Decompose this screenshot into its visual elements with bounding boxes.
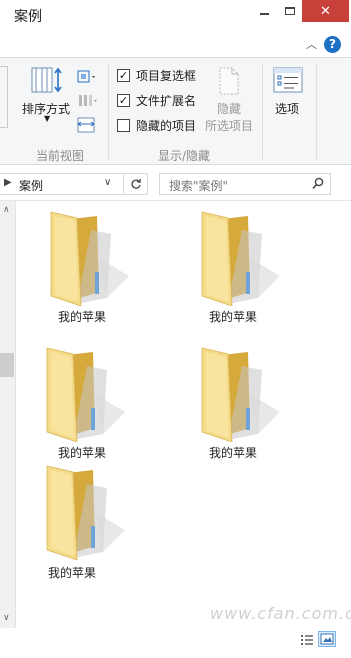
search-icon[interactable] bbox=[312, 177, 324, 191]
title-bar: 案例 ✕ bbox=[0, 0, 351, 32]
add-columns-icon bbox=[79, 95, 97, 106]
folder-icon bbox=[201, 347, 280, 442]
current-view-group-label: 当前视图 bbox=[36, 149, 85, 163]
maximize-button[interactable] bbox=[280, 0, 300, 22]
show-hide-group-label: 显示/隐藏 bbox=[158, 149, 211, 163]
options-label: 选项 bbox=[275, 102, 300, 116]
search-input[interactable]: 搜索"案例" bbox=[169, 177, 228, 194]
refresh-icon bbox=[131, 178, 141, 189]
hide-selected-label-1[interactable]: 隐藏 bbox=[217, 100, 241, 117]
minimize-icon bbox=[259, 13, 269, 15]
file-name: 我的苹果 bbox=[208, 446, 257, 460]
close-button[interactable]: ✕ bbox=[302, 0, 349, 22]
help-button[interactable]: ? bbox=[324, 36, 341, 53]
hide-selected-items-icon bbox=[219, 67, 239, 95]
item-checkboxes-checkbox[interactable]: ✓ bbox=[117, 69, 130, 82]
group-by-icon[interactable] bbox=[76, 68, 98, 86]
address-dropdown-chevron-icon[interactable]: ∨ bbox=[104, 177, 111, 188]
refresh-button[interactable] bbox=[123, 173, 148, 195]
sort-by-icon bbox=[31, 67, 62, 93]
group-separator bbox=[316, 64, 317, 160]
search-box[interactable]: 搜索"案例" bbox=[159, 173, 331, 195]
collapse-ribbon-chevron-icon[interactable]: ︿ bbox=[306, 36, 317, 52]
navigation-pane-scrollbar[interactable]: ∧ ∨ bbox=[0, 201, 16, 628]
options-icon bbox=[273, 67, 303, 93]
minimize-button[interactable] bbox=[254, 0, 274, 22]
details-view-button[interactable] bbox=[298, 631, 316, 647]
large-icons-view-icon bbox=[320, 633, 334, 645]
scroll-up-icon[interactable]: ∧ bbox=[3, 205, 10, 215]
item-checkboxes-label: 项目复选框 bbox=[136, 69, 197, 83]
chevron-down-icon: ▼ bbox=[44, 114, 51, 123]
breadcrumb-arrow-icon[interactable]: ▶ bbox=[4, 177, 12, 188]
watermark: www.cfan.com.cn bbox=[210, 604, 351, 623]
scroll-down-icon[interactable]: ∨ bbox=[3, 613, 10, 623]
window-title: 案例 bbox=[14, 9, 42, 25]
folder-icon bbox=[46, 347, 125, 442]
hidden-items-label: 隐藏的项目 bbox=[136, 119, 197, 133]
scrollbar-thumb[interactable] bbox=[0, 353, 14, 377]
options-button[interactable]: 选项 bbox=[268, 64, 308, 124]
status-bar bbox=[0, 628, 351, 658]
details-view-icon bbox=[301, 635, 313, 645]
file-name: 我的苹果 bbox=[208, 310, 257, 324]
folder-icon bbox=[46, 465, 125, 560]
navigation-bar: ▶ 案例 ∨ 搜索"案例" bbox=[0, 165, 351, 201]
group-separator bbox=[262, 64, 263, 160]
maximize-icon bbox=[285, 7, 295, 15]
file-extensions-checkbox[interactable]: ✓ bbox=[117, 94, 130, 107]
file-name: 我的苹果 bbox=[47, 566, 96, 580]
folder-icon bbox=[50, 211, 129, 306]
ribbon-tab-row: ︿ ? bbox=[0, 32, 351, 58]
previous-group-edge bbox=[0, 66, 8, 128]
file-extensions-label: 文件扩展名 bbox=[136, 94, 197, 108]
size-columns-icon[interactable] bbox=[76, 116, 98, 134]
hidden-items-checkbox[interactable] bbox=[117, 119, 130, 132]
group-separator bbox=[108, 64, 109, 160]
file-name: 我的苹果 bbox=[57, 310, 106, 324]
breadcrumb-current[interactable]: 案例 bbox=[19, 177, 43, 194]
folder-icon bbox=[201, 211, 280, 306]
file-name: 我的苹果 bbox=[57, 446, 106, 460]
sort-by-button[interactable]: 排序方式 ▼ bbox=[20, 64, 72, 126]
hide-selected-label-2[interactable]: 所选项目 bbox=[205, 117, 253, 134]
large-icons-view-button[interactable] bbox=[318, 631, 336, 647]
ribbon: 排序方式 ▼ 当前视图 ✓ 项目复选框 ✓ 文件扩展名 隐藏的项目 隐藏 所选项… bbox=[0, 58, 351, 165]
